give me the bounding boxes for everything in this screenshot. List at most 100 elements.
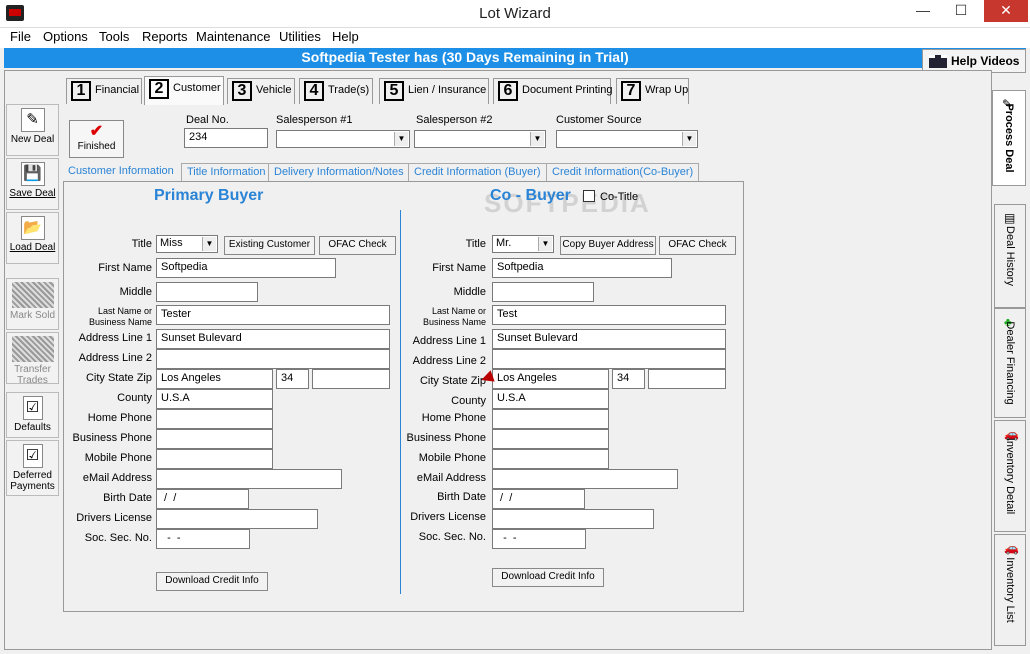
trial-text: Softpedia Tester has (30 Days Remaining … bbox=[301, 49, 629, 65]
menu-bar: File Options Tools Reports Maintenance U… bbox=[0, 28, 1030, 48]
co-title-checkbox[interactable] bbox=[583, 190, 595, 202]
tab-credit-information-buyer[interactable]: Credit Information (Buyer) bbox=[408, 163, 547, 182]
cobuyer-last-name-field[interactable]: Test bbox=[492, 305, 726, 325]
buyer-divider bbox=[400, 210, 401, 594]
tab-customer-information[interactable]: Customer Information bbox=[63, 163, 179, 182]
buyer-first-name-field[interactable]: Softpedia bbox=[156, 258, 336, 278]
cobuyer-address2-field[interactable] bbox=[492, 349, 726, 369]
cobuyer-ssn-field[interactable]: - - bbox=[492, 529, 586, 549]
cobuyer-first-name-field[interactable]: Softpedia bbox=[492, 258, 672, 278]
menu-options[interactable]: Options bbox=[38, 29, 93, 44]
buyer-zip-field[interactable] bbox=[312, 369, 390, 389]
tab-dealer-financing[interactable]: ♣ Dealer Financing bbox=[994, 308, 1026, 418]
buyer-last-name-field[interactable]: Tester bbox=[156, 305, 390, 325]
tab-inventory-list[interactable]: 🚗 Inventory List bbox=[994, 534, 1026, 646]
cobuyer-county-field[interactable]: U.S.A bbox=[492, 389, 609, 409]
birth-date-label: Birth Date bbox=[437, 491, 486, 503]
mobile-phone-label: Mobile Phone bbox=[84, 452, 152, 464]
menu-reports[interactable]: Reports bbox=[137, 29, 193, 44]
buyer-ssn-field[interactable]: - - bbox=[156, 529, 250, 549]
customer-source-select[interactable]: ▼ bbox=[556, 130, 698, 148]
buyer-middle-field[interactable] bbox=[156, 282, 258, 302]
tab-inventory-detail[interactable]: 🚗 Inventory Detail bbox=[994, 420, 1026, 532]
home-phone-label: Home Phone bbox=[421, 412, 486, 424]
tab-deal-history[interactable]: ▤ Deal History bbox=[994, 204, 1026, 308]
tab-title-information[interactable]: Title Information bbox=[181, 163, 272, 182]
cobuyer-email-field[interactable] bbox=[492, 469, 678, 489]
deferred-payments-button[interactable]: ☑ Deferred Payments bbox=[6, 440, 59, 496]
save-icon: 💾 bbox=[20, 162, 45, 186]
buyer-ofac-check-button[interactable]: OFAC Check bbox=[319, 236, 396, 255]
cobuyer-download-credit-button[interactable]: Download Credit Info bbox=[492, 568, 604, 587]
minimize-button[interactable]: — bbox=[906, 0, 940, 22]
save-deal-button[interactable]: 💾 Save Deal bbox=[6, 158, 59, 210]
cobuyer-address1-field[interactable]: Sunset Bulevard bbox=[492, 329, 726, 349]
cobuyer-mobile-phone-field[interactable] bbox=[492, 449, 609, 469]
cobuyer-drivers-license-field[interactable] bbox=[492, 509, 654, 529]
menu-file[interactable]: File bbox=[5, 29, 36, 44]
cobuyer-ofac-check-button[interactable]: OFAC Check bbox=[659, 236, 736, 255]
chevron-down-icon: ▼ bbox=[538, 237, 552, 251]
cobuyer-title-select[interactable]: Mr. ▼ bbox=[492, 235, 554, 253]
tab-inventory-list-label: Inventory List bbox=[1004, 557, 1016, 623]
title-label: Title bbox=[465, 238, 486, 250]
tab-document-printing[interactable]: 6 Document Printing bbox=[493, 78, 613, 104]
tab-financial[interactable]: 1 Financial bbox=[66, 78, 142, 104]
buyer-birth-date-field[interactable]: / / bbox=[156, 489, 249, 509]
transfer-trades-button[interactable]: Transfer Trades bbox=[6, 332, 59, 386]
buyer-drivers-license-field[interactable] bbox=[156, 509, 318, 529]
cobuyer-business-phone-field[interactable] bbox=[492, 429, 609, 449]
buyer-city-field[interactable]: Los Angeles bbox=[156, 369, 273, 389]
cobuyer-zip-field[interactable] bbox=[648, 369, 726, 389]
salesperson2-select[interactable]: ▼ bbox=[414, 130, 546, 148]
buyer-mobile-phone-field[interactable] bbox=[156, 449, 273, 469]
buyer-business-phone-field[interactable] bbox=[156, 429, 273, 449]
deal-no-field[interactable]: 234 bbox=[184, 128, 268, 148]
tab-credit-information-cobuyer[interactable]: Credit Information(Co-Buyer) bbox=[546, 163, 700, 182]
drivers-license-label: Drivers License bbox=[410, 511, 486, 523]
load-deal-button[interactable]: 📂 Load Deal bbox=[6, 212, 59, 264]
tab-delivery-information[interactable]: Delivery Information/Notes bbox=[268, 163, 410, 182]
menu-maintenance[interactable]: Maintenance bbox=[191, 29, 275, 44]
tab-trades[interactable]: 4 Trade(s) bbox=[299, 78, 373, 104]
cobuyer-city-field[interactable]: Los Angeles bbox=[492, 369, 609, 389]
maximize-button[interactable]: ☐ bbox=[944, 0, 978, 22]
chevron-down-icon: ▼ bbox=[394, 132, 408, 146]
tab-lien-insurance[interactable]: 5 Lien / Insurance bbox=[379, 78, 489, 104]
right-tabs: ✎ Process Deal ▤ Deal History ♣ Dealer F… bbox=[992, 90, 1026, 650]
buyer-address1-field[interactable]: Sunset Bulevard bbox=[156, 329, 390, 349]
tab-vehicle[interactable]: 3 Vehicle bbox=[227, 78, 295, 104]
tab-number: 6 bbox=[498, 81, 518, 101]
menu-utilities[interactable]: Utilities bbox=[274, 29, 326, 44]
menu-tools[interactable]: Tools bbox=[94, 29, 134, 44]
tab-label: Lien / Insurance bbox=[408, 84, 487, 96]
close-button[interactable]: ✕ bbox=[984, 0, 1028, 22]
city-state-zip-label: City State Zip bbox=[419, 375, 486, 387]
tab-wrap-up[interactable]: 7 Wrap Up bbox=[616, 78, 689, 104]
buyer-home-phone-field[interactable] bbox=[156, 409, 273, 429]
finished-button[interactable]: ✔ Finished bbox=[69, 120, 124, 158]
tab-process-deal[interactable]: ✎ Process Deal bbox=[992, 90, 1026, 186]
buyer-address2-field[interactable] bbox=[156, 349, 390, 369]
cobuyer-birth-date-field[interactable]: / / bbox=[492, 489, 585, 509]
buyer-email-field[interactable] bbox=[156, 469, 342, 489]
tab-customer[interactable]: 2 Customer bbox=[144, 76, 224, 105]
cobuyer-state-field[interactable]: 34 bbox=[612, 369, 645, 389]
buyer-county-field[interactable]: U.S.A bbox=[156, 389, 273, 409]
copy-buyer-address-button[interactable]: Copy Buyer Address bbox=[560, 236, 656, 255]
defaults-button[interactable]: ☑ Defaults bbox=[6, 392, 59, 438]
menu-help[interactable]: Help bbox=[327, 29, 364, 44]
middle-label: Middle bbox=[453, 286, 486, 298]
mark-sold-button[interactable]: Mark Sold bbox=[6, 278, 59, 330]
cobuyer-home-phone-field[interactable] bbox=[492, 409, 609, 429]
salesperson1-select[interactable]: ▼ bbox=[276, 130, 410, 148]
tab-number: 1 bbox=[71, 81, 91, 101]
cobuyer-middle-field[interactable] bbox=[492, 282, 594, 302]
salesperson2-label: Salesperson #2 bbox=[416, 114, 493, 126]
address1-label: Address Line 1 bbox=[78, 332, 152, 344]
existing-customer-button[interactable]: Existing Customer bbox=[224, 236, 315, 255]
new-deal-button[interactable]: ✎ New Deal bbox=[6, 104, 59, 156]
buyer-title-select[interactable]: Miss ▼ bbox=[156, 235, 218, 253]
buyer-state-field[interactable]: 34 bbox=[276, 369, 309, 389]
buyer-download-credit-button[interactable]: Download Credit Info bbox=[156, 572, 268, 591]
